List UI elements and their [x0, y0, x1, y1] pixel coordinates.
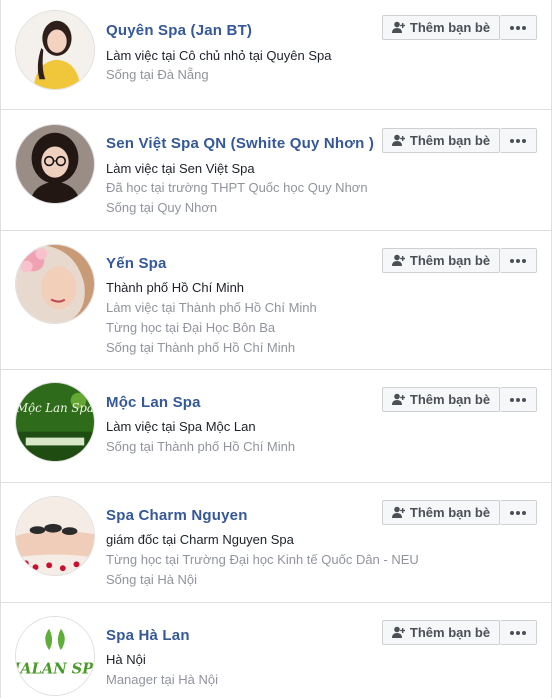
add-friend-label: Thêm bạn bè	[409, 133, 491, 148]
add-friend-label: Thêm bạn bè	[409, 625, 491, 640]
friend-card: Sen Việt Spa QN (Swhite Quy Nhơn ) Làm v…	[0, 110, 552, 231]
person-detail: Hà Nội	[106, 652, 146, 667]
person-name[interactable]: Mộc Lan Spa	[106, 394, 201, 411]
person-detail: Làm việc tại Cô chủ nhỏ tại Quyên Spa	[106, 48, 332, 63]
more-options-button[interactable]	[500, 248, 537, 273]
more-icon	[510, 25, 526, 30]
more-icon	[510, 397, 526, 402]
moc-lan-spa-logo-avatar: Mộc Lan Spa	[16, 383, 94, 461]
person-detail: Sống tại Thành phố Hồ Chí Minh	[106, 340, 296, 355]
avatar[interactable]	[15, 124, 95, 204]
add-friend-button[interactable]: Thêm bạn bè	[382, 500, 500, 525]
woman-yellow-dress-avatar	[16, 11, 94, 89]
avatar[interactable]	[15, 244, 95, 324]
avatar[interactable]: HALAN SPA	[15, 616, 95, 696]
person-detail: Sống tại Thành phố Hồ Chí Minh	[106, 439, 296, 454]
add-friend-icon	[391, 254, 405, 266]
add-friend-label: Thêm bạn bè	[409, 505, 491, 520]
person-detail: giám đốc tại Charm Nguyen Spa	[106, 532, 294, 547]
ha-lan-spa-logo-avatar: HALAN SPA	[16, 617, 94, 695]
friend-card: Yến Spa Thành phố Hồ Chí Minh Làm việc t…	[0, 231, 552, 370]
add-friend-button[interactable]: Thêm bạn bè	[382, 128, 500, 153]
friend-suggestion-list: Quyên Spa (Jan BT) Làm việc tại Cô chủ n…	[0, 0, 555, 698]
more-options-button[interactable]	[500, 15, 537, 40]
svg-text:Mộc Lan Spa: Mộc Lan Spa	[16, 401, 94, 415]
person-name[interactable]: Yến Spa	[106, 255, 167, 272]
person-name[interactable]: Spa Hà Lan	[106, 627, 190, 644]
person-detail: Đã học tại trường THPT Quốc học Quy Nhơn	[106, 180, 368, 195]
friend-card: Mộc Lan Spa Mộc Lan Spa Làm việc tại Spa…	[0, 370, 552, 483]
woman-flower-avatar	[16, 245, 94, 323]
person-detail: Làm việc tại Sen Việt Spa	[106, 161, 255, 176]
add-friend-icon	[391, 626, 405, 638]
person-detail: Sống tại Quy Nhơn	[106, 200, 218, 215]
add-friend-button[interactable]: Thêm bạn bè	[382, 248, 500, 273]
friend-card: Quyên Spa (Jan BT) Làm việc tại Cô chủ n…	[0, 0, 552, 110]
person-detail: Làm việc tại Spa Mộc Lan	[106, 419, 256, 434]
add-friend-button[interactable]: Thêm bạn bè	[382, 620, 500, 645]
person-detail: Manager tại Hà Nội	[106, 672, 218, 687]
more-options-button[interactable]	[500, 128, 537, 153]
person-detail: Từng học tại Trường Đại học Kinh tế Quốc…	[106, 552, 419, 567]
more-icon	[510, 510, 526, 515]
person-detail: Làm việc tại Thành phố Hồ Chí Minh	[106, 300, 317, 315]
add-friend-icon	[391, 506, 405, 518]
add-friend-icon	[391, 134, 405, 146]
person-name[interactable]: Spa Charm Nguyen	[106, 507, 248, 524]
hot-stone-massage-avatar	[16, 497, 94, 575]
svg-text:HALAN SPA: HALAN SPA	[16, 661, 94, 678]
add-friend-label: Thêm bạn bè	[409, 392, 491, 407]
more-icon	[510, 258, 526, 263]
avatar[interactable]: Mộc Lan Spa	[15, 382, 95, 462]
woman-glasses-avatar	[16, 125, 94, 203]
more-options-button[interactable]	[500, 387, 537, 412]
more-options-button[interactable]	[500, 500, 537, 525]
friend-card: Spa Charm Nguyen giám đốc tại Charm Nguy…	[0, 483, 552, 603]
add-friend-icon	[391, 21, 405, 33]
add-friend-label: Thêm bạn bè	[409, 20, 491, 35]
more-icon	[510, 630, 526, 635]
person-detail: Sống tại Đà Nẵng	[106, 67, 209, 82]
person-name[interactable]: Sen Việt Spa QN (Swhite Quy Nhơn )	[106, 135, 374, 152]
person-detail: Sống tại Hà Nội	[106, 572, 198, 587]
person-name[interactable]: Quyên Spa (Jan BT)	[106, 22, 252, 39]
avatar[interactable]	[15, 496, 95, 576]
add-friend-button[interactable]: Thêm bạn bè	[382, 15, 500, 40]
more-options-button[interactable]	[500, 620, 537, 645]
add-friend-button[interactable]: Thêm bạn bè	[382, 387, 500, 412]
add-friend-icon	[391, 393, 405, 405]
person-detail: Từng học tại Đại Học Bôn Ba	[106, 320, 276, 335]
more-icon	[510, 138, 526, 143]
add-friend-label: Thêm bạn bè	[409, 253, 491, 268]
person-detail: Thành phố Hồ Chí Minh	[106, 280, 245, 295]
avatar[interactable]	[15, 10, 95, 90]
